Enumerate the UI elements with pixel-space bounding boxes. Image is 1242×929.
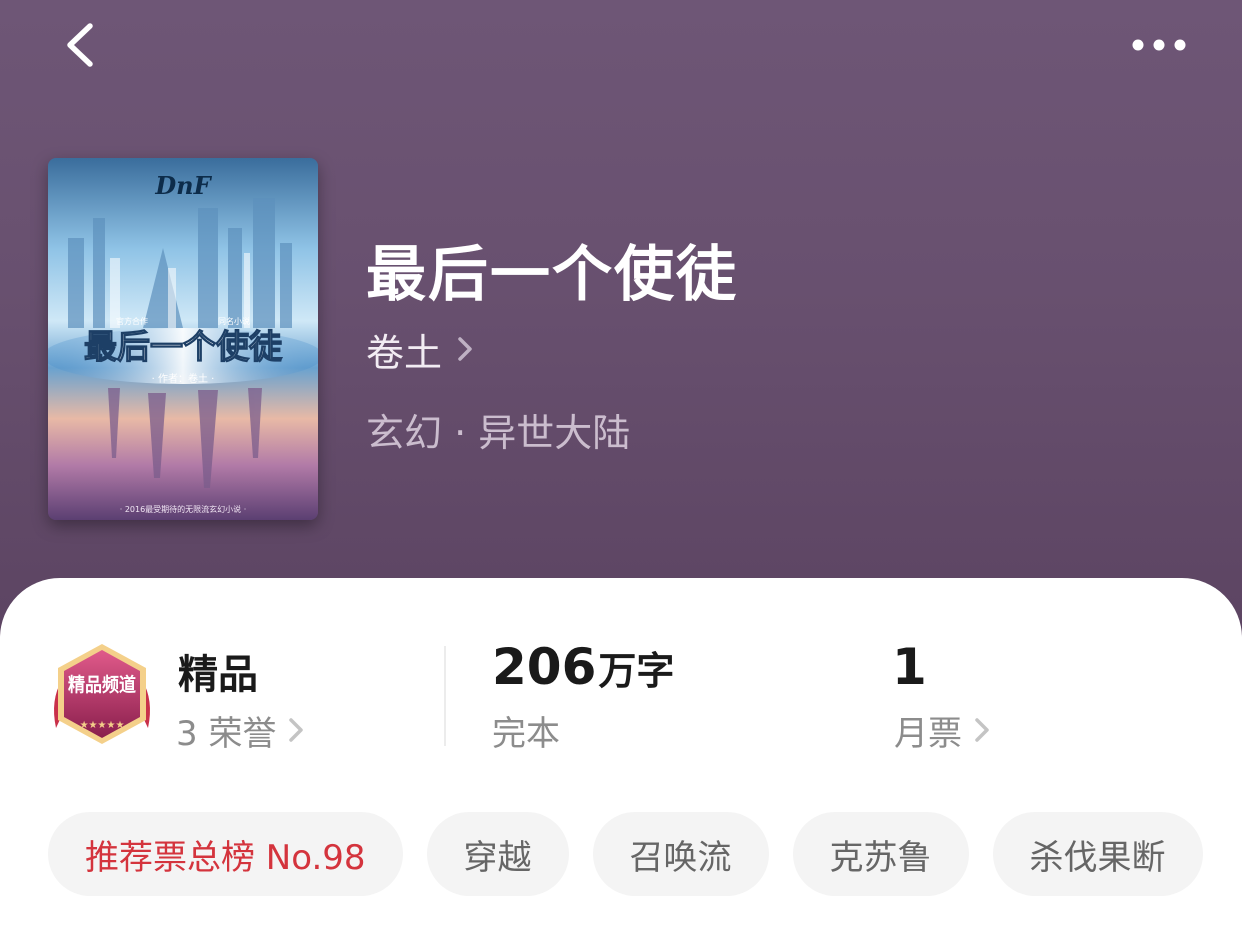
status-label: 完本 bbox=[492, 713, 560, 754]
cover-logo: DnF bbox=[154, 171, 212, 200]
book-cover[interactable]: DnF 官方合作 同名小说 最后一个使徒 · 作者：卷土 · · 2016最受期… bbox=[48, 158, 318, 520]
cover-top-left-text: 官方合作 bbox=[116, 316, 148, 326]
more-button[interactable] bbox=[1120, 28, 1200, 62]
chevron-right-icon bbox=[458, 337, 472, 361]
chevron-right-icon bbox=[289, 718, 304, 742]
cover-top-right-text: 同名小说 bbox=[218, 316, 250, 326]
chevron-left-icon bbox=[67, 23, 93, 67]
book-genre: 玄幻 · 异世大陆 bbox=[366, 411, 631, 455]
tag-item[interactable]: 召唤流 bbox=[592, 812, 769, 896]
back-button[interactable] bbox=[56, 18, 116, 78]
completion-status: 完本 bbox=[492, 708, 560, 754]
monthly-ticket-link[interactable]: 月票 bbox=[894, 708, 990, 754]
book-title: 最后一个使徒 bbox=[366, 240, 738, 310]
word-count-number: 206 bbox=[492, 638, 597, 696]
word-count-unit: 万字 bbox=[598, 649, 675, 693]
chevron-right-icon bbox=[975, 718, 989, 742]
stats-divider bbox=[444, 646, 446, 746]
author-name: 卷土 bbox=[366, 330, 443, 375]
tag-item[interactable]: 克苏鲁 bbox=[792, 812, 969, 896]
monthly-ticket-count: 1 bbox=[892, 638, 927, 696]
monthly-ticket-label: 月票 bbox=[894, 713, 962, 754]
svg-text:★★★★★: ★★★★★ bbox=[80, 720, 125, 731]
honors-link[interactable]: 3 荣誉 bbox=[176, 708, 304, 754]
tag-ranking[interactable]: 推荐票总榜 No.98 bbox=[48, 812, 403, 896]
quality-label: 精品 bbox=[178, 652, 258, 698]
tag-item[interactable]: 杀伐果断 bbox=[992, 812, 1203, 896]
honors-count: 3 荣誉 bbox=[176, 713, 277, 754]
word-count: 206 万字 bbox=[492, 638, 674, 696]
tag-list: 推荐票总榜 No.98 穿越 召唤流 克苏鲁 杀伐果断 bbox=[48, 812, 1218, 898]
cover-title: 最后一个使徒 bbox=[84, 327, 283, 366]
cover-bottom-text: · 2016最受期待的无限流玄幻小说 · bbox=[120, 504, 247, 514]
quality-badge-icon: 精品频道 ★★★★★ bbox=[48, 640, 156, 750]
tag-item[interactable]: 穿越 bbox=[426, 812, 569, 896]
badge-text: 精品频道 bbox=[68, 673, 136, 696]
author-link[interactable]: 卷土 bbox=[366, 324, 474, 375]
more-dots-icon bbox=[1132, 39, 1186, 51]
cover-author: · 作者：卷土 · bbox=[152, 372, 215, 385]
